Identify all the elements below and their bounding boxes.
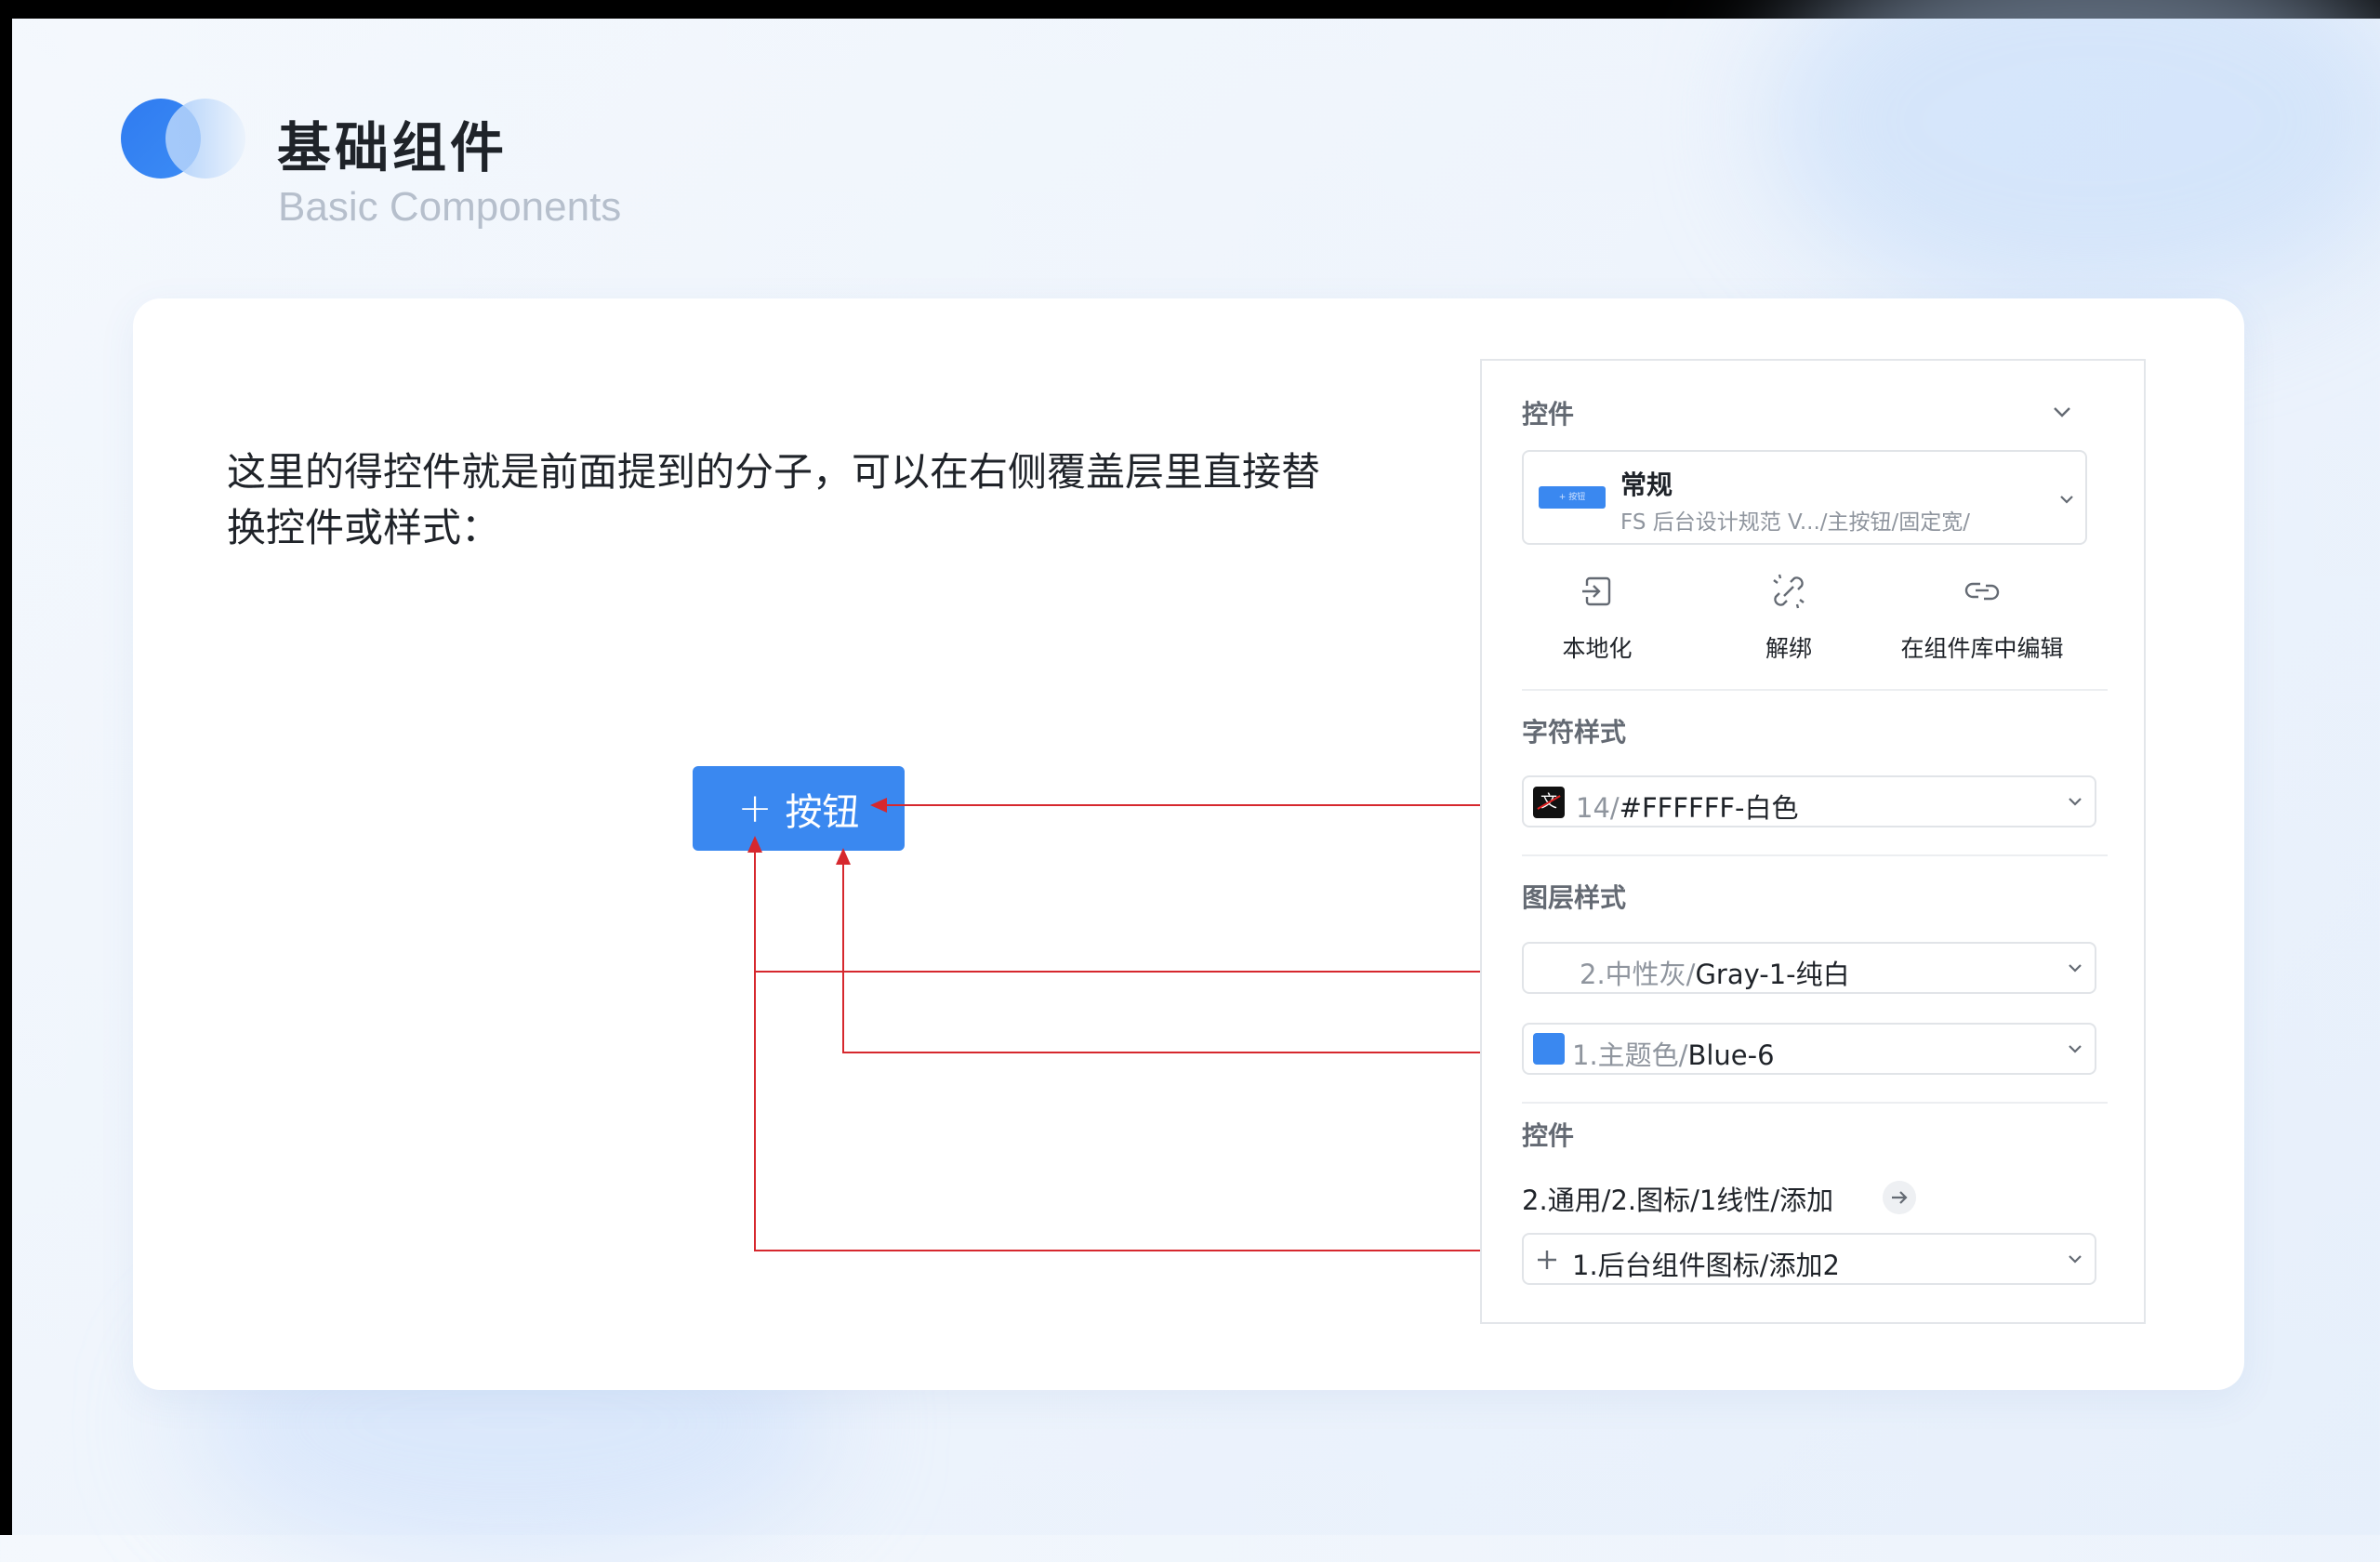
properties-panel: 控件 + 按钮 常规 FS 后台设计规范 V.../主按钮/固定宽/ 本地化 解… <box>1480 359 2146 1324</box>
unlink-button[interactable]: 解绑 <box>1696 571 1882 664</box>
text-style-icon: 文 <box>1533 787 1565 818</box>
edit-in-library-button[interactable]: 在组件库中编辑 <box>1889 571 2075 664</box>
component-path: FS 后台设计规范 V.../主按钮/固定宽/ <box>1620 510 1970 535</box>
divider <box>1522 854 2108 856</box>
layer-style-label: 图层样式 <box>1522 882 1627 913</box>
component-name: 常规 <box>1620 470 1673 500</box>
layer-style-select-blue[interactable]: 1.主题色/Blue-6 <box>1522 1023 2096 1075</box>
unlink-label: 解绑 <box>1765 635 1812 662</box>
detach-button[interactable]: 本地化 <box>1504 571 1690 664</box>
chevron-down-icon <box>2069 1255 2082 1264</box>
detach-local-icon <box>1582 576 1611 606</box>
layer-style-value-gray: 2.中性灰/Gray-1-纯白 <box>1580 959 1850 990</box>
component-selector[interactable]: + 按钮 常规 FS 后台设计规范 V.../主按钮/固定宽/ <box>1522 450 2087 545</box>
component-thumbnail: + 按钮 <box>1539 486 1606 509</box>
icon-select-value: 1.后台组件图标/添加2 <box>1572 1250 1840 1281</box>
layer-style-connector <box>747 836 1532 973</box>
layer-style-select-gray[interactable]: 2.中性灰/Gray-1-纯白 <box>1522 942 2096 994</box>
chevron-down-icon <box>2069 1045 2082 1053</box>
detach-label: 本地化 <box>1562 635 1633 662</box>
plus-icon <box>1538 1251 1556 1269</box>
arrow-right-icon[interactable] <box>1883 1181 1916 1214</box>
icon-select[interactable]: 1.后台组件图标/添加2 <box>1522 1233 2096 1285</box>
icon-connector <box>754 972 1532 1251</box>
edit-in-library-label: 在组件库中编辑 <box>1900 635 2064 662</box>
icon-source-path: 2.通用/2.图标/1线性/添加 <box>1522 1185 1834 1216</box>
collapse-chevron-icon[interactable] <box>2052 402 2072 422</box>
text-style-value: 14/#FFFFFF-白色 <box>1576 792 1799 824</box>
divider <box>1522 689 2108 691</box>
icon-section-label: 控件 <box>1522 1120 1575 1151</box>
unlink-icon <box>1773 574 1805 609</box>
layer-style-value-blue: 1.主题色/Blue-6 <box>1572 1039 1775 1071</box>
chevron-down-icon <box>2069 798 2082 806</box>
text-style-label: 字符样式 <box>1522 717 1627 748</box>
text-style-select[interactable]: 文 14/#FFFFFF-白色 <box>1522 775 2096 827</box>
link-edit-icon <box>1964 582 2000 601</box>
divider <box>1522 1102 2108 1104</box>
chevron-down-icon <box>2060 496 2073 504</box>
fill-color-connector <box>836 848 1532 1053</box>
color-swatch <box>1533 1033 1565 1065</box>
component-section-label: 控件 <box>1522 399 1575 430</box>
chevron-down-icon <box>2069 964 2082 973</box>
